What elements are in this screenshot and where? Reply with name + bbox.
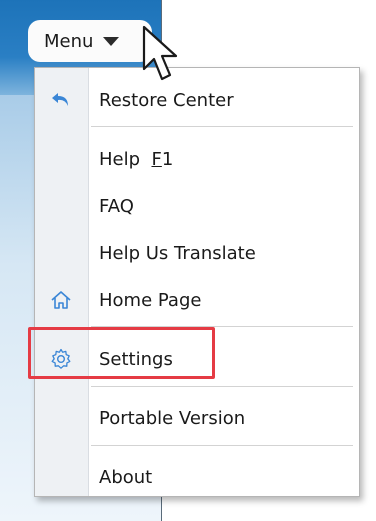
menu-item-faq[interactable]: FAQ	[35, 186, 359, 226]
settings-highlight-box	[28, 327, 215, 379]
menu-item-restore-center[interactable]: Restore Center	[35, 80, 359, 120]
menu-button-label: Menu	[44, 30, 94, 52]
menu-item-label: Home Page	[99, 289, 202, 311]
menu-item-label: Restore Center	[99, 89, 234, 111]
menu-button[interactable]: Menu	[28, 20, 152, 62]
caret-down-icon	[103, 36, 120, 46]
menu-separator	[91, 126, 353, 127]
help-shortcut-rest: 1	[161, 148, 174, 170]
menu-item-label: Portable Version	[99, 407, 246, 429]
menu-item-home-page[interactable]: Home Page	[35, 280, 359, 320]
menu-item-portable-version[interactable]: Portable Version	[35, 398, 359, 438]
menu-item-label: FAQ	[99, 195, 134, 217]
menu-item-label: Help Us Translate	[99, 242, 256, 264]
menu-item-help-us-translate[interactable]: Help Us Translate	[35, 233, 359, 273]
menu-item-label: About	[99, 466, 153, 488]
menu-item-label: Help F1	[99, 149, 173, 170]
menu-separator	[91, 386, 353, 387]
menu-item-help[interactable]: Help F1	[35, 139, 359, 179]
menu-item-about[interactable]: About	[35, 457, 359, 497]
mouse-pointer-icon	[140, 25, 184, 87]
menu-separator	[91, 445, 353, 446]
help-label-text: Help	[99, 148, 152, 170]
undo-arrow-icon	[49, 88, 73, 112]
dropdown-menu: Restore Center Help F1 FAQ Help Us Trans…	[34, 67, 360, 497]
help-shortcut-letter: F	[151, 148, 162, 170]
house-icon	[49, 288, 73, 312]
